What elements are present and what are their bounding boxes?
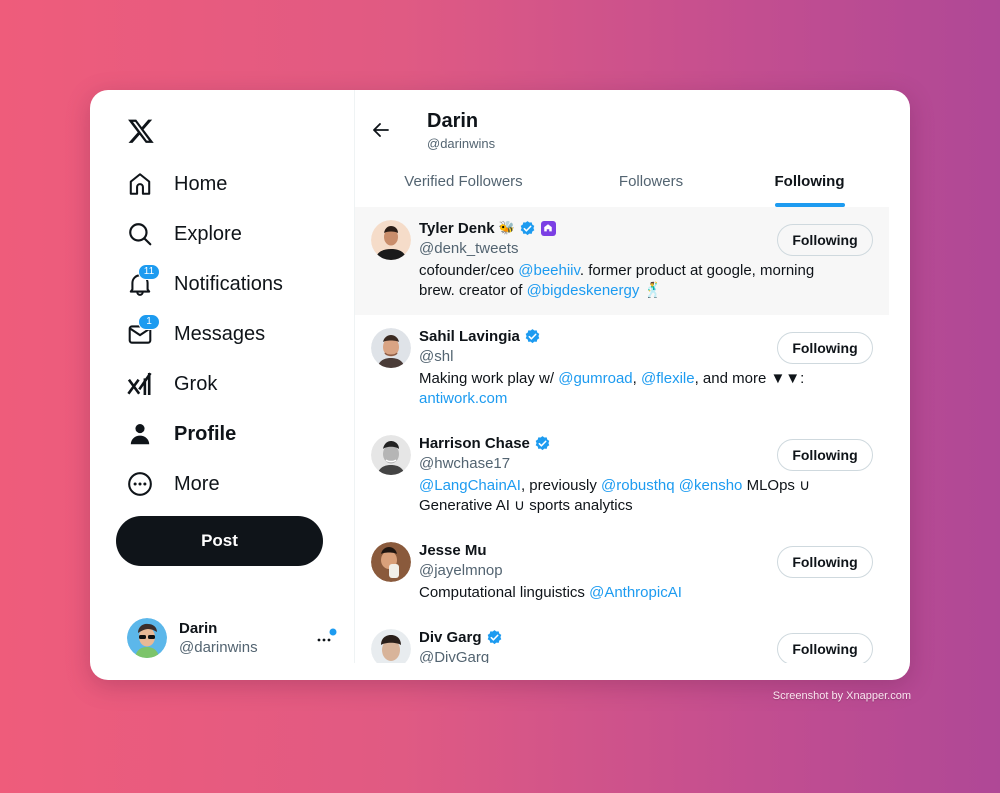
more-dots-icon[interactable] — [315, 626, 337, 648]
user-avatar[interactable] — [371, 328, 411, 368]
following-button[interactable]: Following — [777, 439, 873, 471]
verified-badge-icon — [535, 435, 550, 450]
post-button[interactable]: Post — [116, 516, 323, 566]
x-logo-icon[interactable] — [127, 117, 155, 145]
sidebar-item-grok[interactable]: Grok — [116, 362, 217, 406]
bio-link[interactable]: @LangChainAI — [419, 477, 521, 494]
grok-icon — [116, 370, 166, 398]
main-column: Darin @darinwins Verified Followers Foll… — [355, 90, 889, 663]
bio-text: Making work play w/ — [419, 370, 559, 387]
sidebar-item-label: Notifications — [174, 272, 283, 295]
app-window: Home Explore 11 Notifications 1 Messages… — [90, 90, 910, 680]
verified-badge-icon — [520, 220, 535, 235]
bio-link[interactable]: @beehiiv — [518, 262, 580, 279]
watermark: Screenshot by Xnapper.com — [772, 690, 911, 702]
sidebar-item-label: More — [174, 472, 220, 495]
list-item[interactable]: Div Garg @DivGarg Following — [355, 616, 889, 663]
sidebar: Home Explore 11 Notifications 1 Messages… — [90, 90, 354, 663]
user-name[interactable]: Sahil Lavingia — [419, 328, 520, 345]
sidebar-item-explore[interactable]: Explore — [116, 212, 242, 256]
sidebar-item-more[interactable]: More — [116, 462, 220, 506]
user-name[interactable]: Jesse Mu — [419, 542, 487, 559]
list-item[interactable]: Tyler Denk 🐝 @denk_tweets cofounder/ceo … — [355, 207, 889, 315]
envelope-icon: 1 — [116, 314, 166, 348]
user-bio: Making work play w/ @gumroad, @flexile, … — [419, 369, 849, 409]
user-avatar[interactable] — [371, 629, 411, 663]
notification-badge: 11 — [138, 264, 160, 280]
following-button[interactable]: Following — [777, 633, 873, 663]
user-bio: @LangChainAI, previously @robusthq @kens… — [419, 476, 849, 516]
messages-badge: 1 — [138, 314, 160, 330]
more-circle-icon — [116, 470, 166, 498]
account-name: Darin — [179, 620, 218, 637]
user-avatar[interactable] — [371, 220, 411, 260]
sidebar-item-label: Explore — [174, 222, 242, 245]
sidebar-item-label: Grok — [174, 372, 218, 395]
list-item[interactable]: Jesse Mu @jayelmnop Computational lingui… — [355, 529, 889, 616]
user-avatar[interactable] — [371, 435, 411, 475]
tab-following[interactable]: Following — [730, 160, 889, 207]
sidebar-item-label: Home — [174, 172, 228, 195]
sidebar-item-label: Profile — [174, 422, 237, 445]
user-avatar[interactable] — [371, 542, 411, 582]
search-icon — [116, 220, 166, 248]
bio-text: Computational linguistics — [419, 584, 590, 601]
bio-text: 🕺 — [639, 282, 663, 299]
verified-badge-icon — [487, 629, 501, 644]
user-name[interactable]: Tyler Denk — [419, 220, 495, 237]
sidebar-item-profile[interactable]: Profile — [116, 412, 236, 456]
tab-followers[interactable]: Followers — [572, 160, 730, 207]
bio-text: , and more ▼▼: — [694, 370, 805, 387]
page-title: Darin — [427, 110, 479, 132]
following-button[interactable]: Following — [777, 224, 873, 256]
bell-icon: 11 — [116, 264, 166, 298]
bio-link[interactable]: @robusthq — [601, 477, 675, 494]
bio-text: , — [632, 370, 641, 387]
list-item[interactable]: Sahil Lavingia @shl Making work play w/ … — [355, 315, 889, 422]
following-list: Tyler Denk 🐝 @denk_tweets cofounder/ceo … — [355, 207, 889, 663]
person-icon — [116, 420, 166, 448]
account-handle: @darinwins — [179, 639, 258, 656]
list-item[interactable]: Harrison Chase @hwchase17 @LangChainAI, … — [355, 422, 889, 529]
tab-verified-followers[interactable]: Verified Followers — [355, 160, 572, 207]
page-subtitle: @darinwins — [427, 136, 496, 151]
bee-emoji: 🐝 — [498, 220, 515, 235]
app-content: Home Explore 11 Notifications 1 Messages… — [90, 90, 889, 663]
user-name[interactable]: Harrison Chase — [419, 435, 530, 452]
back-arrow-icon[interactable] — [371, 120, 391, 140]
home-icon — [116, 170, 166, 198]
bio-link[interactable]: @bigdeskenergy — [527, 282, 640, 299]
following-button[interactable]: Following — [777, 546, 873, 578]
account-avatar — [127, 618, 167, 658]
bio-text: , previously — [520, 477, 602, 494]
bio-link[interactable]: @kensho — [679, 477, 743, 494]
bio-link[interactable]: @gumroad — [558, 370, 632, 387]
tab-bar: Verified Followers Followers Following — [355, 160, 889, 207]
sidebar-item-label: Messages — [174, 322, 266, 345]
user-name[interactable]: Div Garg — [419, 629, 482, 646]
sidebar-item-home[interactable]: Home — [116, 162, 227, 206]
account-switcher[interactable]: Darin @darinwins — [127, 616, 337, 660]
user-bio: cofounder/ceo @beehiiv. former product a… — [419, 261, 849, 301]
bio-link[interactable]: @flexile — [641, 370, 695, 387]
bio-link[interactable]: antiwork.com — [419, 390, 507, 407]
bio-link[interactable]: @AnthropicAI — [589, 584, 682, 601]
following-button[interactable]: Following — [777, 332, 873, 364]
bio-text: cofounder/ceo — [419, 262, 519, 279]
sidebar-item-messages[interactable]: 1 Messages — [116, 312, 265, 356]
sidebar-item-notifications[interactable]: 11 Notifications — [116, 262, 283, 306]
user-bio: Computational linguistics @AnthropicAI — [419, 583, 849, 603]
affiliation-badge-icon — [540, 220, 556, 236]
verified-badge-icon — [525, 328, 540, 343]
